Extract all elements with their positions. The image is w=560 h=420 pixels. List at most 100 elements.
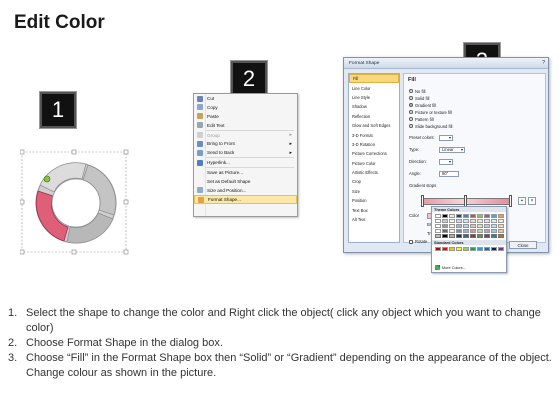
resize-handle[interactable] xyxy=(19,249,25,255)
gradient-stops-bar[interactable] xyxy=(422,198,512,205)
color-swatch[interactable] xyxy=(470,219,476,223)
menu-item-send-to-back[interactable]: Send to Back ▸ xyxy=(194,148,297,157)
color-swatch[interactable] xyxy=(484,214,490,218)
radio-button[interactable] xyxy=(409,110,413,114)
color-swatch[interactable] xyxy=(442,229,448,233)
type-select[interactable]: Linear ▾ xyxy=(439,146,465,153)
menu-item-cut[interactable]: Cut xyxy=(194,94,297,103)
nav-item-alt-text[interactable]: Alt Text xyxy=(349,215,399,224)
color-swatch[interactable] xyxy=(449,234,455,238)
help-icon[interactable]: ? xyxy=(542,60,545,66)
color-swatch[interactable] xyxy=(484,247,490,251)
color-swatch[interactable] xyxy=(477,234,483,238)
nav-item-position[interactable]: Position xyxy=(349,196,399,205)
nav-item-line-style[interactable]: Line Style xyxy=(349,93,399,102)
color-swatch[interactable] xyxy=(435,247,441,251)
color-swatch[interactable] xyxy=(456,229,462,233)
color-swatch[interactable] xyxy=(498,234,504,238)
color-swatch[interactable] xyxy=(449,224,455,228)
nav-item-fill[interactable]: Fill xyxy=(349,74,399,84)
color-swatch[interactable] xyxy=(456,247,462,251)
color-swatch[interactable] xyxy=(442,224,448,228)
color-swatch[interactable] xyxy=(491,219,497,223)
color-swatch[interactable] xyxy=(456,224,462,228)
color-swatch[interactable] xyxy=(484,234,490,238)
color-swatch[interactable] xyxy=(498,219,504,223)
nav-item-line-color[interactable]: Line Color xyxy=(349,83,399,92)
color-swatch[interactable] xyxy=(442,234,448,238)
nav-item-reflection[interactable]: Reflection xyxy=(349,112,399,121)
radio-pattern-fill[interactable]: Pattern fill xyxy=(409,116,434,122)
menu-item-set-default-shape[interactable]: Set as Default Shape xyxy=(194,177,297,186)
color-swatch[interactable] xyxy=(477,229,483,233)
menu-item-edit-text[interactable]: Edit Text xyxy=(194,121,297,130)
resize-handle[interactable] xyxy=(71,149,77,155)
nav-item-crop[interactable]: Crop xyxy=(349,177,399,186)
nav-item-artistic-effects[interactable]: Artistic Effects xyxy=(349,168,399,177)
color-swatch[interactable] xyxy=(491,224,497,228)
menu-item-group[interactable]: Group ▸ xyxy=(194,131,297,140)
color-swatch[interactable] xyxy=(435,229,441,233)
more-colors-item[interactable]: More Colors... xyxy=(435,265,466,270)
color-swatch[interactable] xyxy=(470,234,476,238)
color-swatch[interactable] xyxy=(498,247,504,251)
color-swatch[interactable] xyxy=(442,214,448,218)
color-swatch[interactable] xyxy=(435,234,441,238)
color-swatch[interactable] xyxy=(470,229,476,233)
color-swatch[interactable] xyxy=(463,229,469,233)
angle-stepper[interactable]: 90° xyxy=(439,170,459,177)
preset-colors-picker[interactable]: ▾ xyxy=(439,134,453,141)
nav-item-glow[interactable]: Glow and Soft Edges xyxy=(349,121,399,130)
menu-item-size-position[interactable]: Size and Position... xyxy=(194,186,297,195)
resize-handle[interactable] xyxy=(71,249,77,255)
color-swatch[interactable] xyxy=(463,219,469,223)
nav-item-size[interactable]: Size xyxy=(349,187,399,196)
color-swatch[interactable] xyxy=(477,224,483,228)
close-button[interactable]: Close xyxy=(509,241,537,249)
radio-gradient-fill[interactable]: Gradient fill xyxy=(409,102,436,108)
color-swatch[interactable] xyxy=(498,224,504,228)
nav-item-picture-corrections[interactable]: Picture Corrections xyxy=(349,149,399,158)
nav-item-shadow[interactable]: Shadow xyxy=(349,102,399,111)
color-swatch[interactable] xyxy=(491,229,497,233)
nav-item-3d-format[interactable]: 3-D Format xyxy=(349,130,399,139)
resize-handle[interactable] xyxy=(19,149,25,155)
nav-item-picture-color[interactable]: Picture Color xyxy=(349,159,399,168)
gradient-stop-handle[interactable] xyxy=(509,195,512,207)
color-swatch[interactable] xyxy=(456,234,462,238)
color-swatch[interactable] xyxy=(484,219,490,223)
color-swatch[interactable] xyxy=(463,214,469,218)
color-swatch[interactable] xyxy=(484,229,490,233)
color-swatch[interactable] xyxy=(477,247,483,251)
radio-picture-fill[interactable]: Picture or texture fill xyxy=(409,109,452,115)
color-swatch[interactable] xyxy=(477,214,483,218)
radio-button[interactable] xyxy=(409,124,413,128)
resize-handle[interactable] xyxy=(123,249,129,255)
color-swatch[interactable] xyxy=(463,234,469,238)
resize-handle[interactable] xyxy=(19,199,25,205)
color-swatch[interactable] xyxy=(442,219,448,223)
radio-no-fill[interactable]: No fill xyxy=(409,88,425,94)
color-swatch[interactable] xyxy=(456,214,462,218)
add-stop-icon[interactable]: + xyxy=(518,197,526,205)
nav-item-text-box[interactable]: Text Box xyxy=(349,205,399,214)
color-swatch[interactable] xyxy=(498,214,504,218)
color-swatch[interactable] xyxy=(470,247,476,251)
color-swatch[interactable] xyxy=(470,224,476,228)
remove-stop-icon[interactable]: × xyxy=(528,197,536,205)
radio-slide-background-fill[interactable]: Slide background fill xyxy=(409,123,452,129)
selected-shape-panel[interactable] xyxy=(19,148,132,258)
menu-item-format-shape[interactable]: Format Shape... xyxy=(194,194,297,204)
puzzle-circle-diagram[interactable] xyxy=(19,148,132,258)
resize-handle[interactable] xyxy=(123,149,129,155)
color-swatch[interactable] xyxy=(449,247,455,251)
radio-solid-fill[interactable]: Solid fill xyxy=(409,95,429,101)
color-swatch[interactable] xyxy=(449,229,455,233)
nav-item-3d-rotation[interactable]: 3-D Rotation xyxy=(349,140,399,149)
radio-button[interactable] xyxy=(409,89,413,93)
menu-item-hyperlink[interactable]: Hyperlink... xyxy=(194,158,297,167)
rotate-checkbox[interactable] xyxy=(409,239,413,244)
color-swatch[interactable] xyxy=(498,229,504,233)
color-swatch[interactable] xyxy=(463,247,469,251)
color-swatch[interactable] xyxy=(449,214,455,218)
